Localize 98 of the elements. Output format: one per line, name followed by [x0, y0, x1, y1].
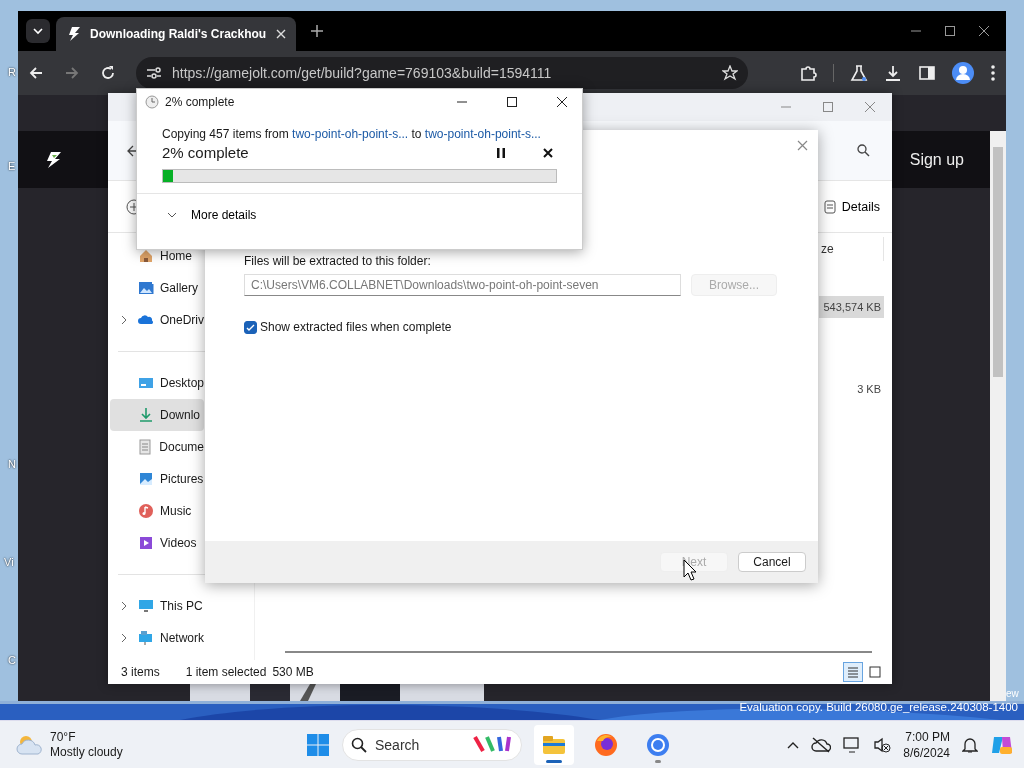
nav-item[interactable]: Pictures — [110, 463, 204, 495]
clock-time[interactable]: 7:00 PM — [905, 729, 950, 745]
back-icon[interactable] — [28, 65, 44, 81]
music-icon — [138, 503, 154, 519]
maximize-icon[interactable] — [944, 25, 956, 37]
desktop-text: ew — [1006, 688, 1019, 699]
more-details-button[interactable]: More details — [137, 194, 582, 222]
tiles-view-button[interactable] — [866, 663, 884, 681]
browser-icon — [644, 731, 672, 759]
browser-icon — [592, 731, 620, 759]
volume-muted-icon[interactable] — [873, 737, 892, 753]
profile-avatar-icon[interactable] — [952, 62, 974, 84]
network-icon — [138, 630, 154, 646]
menu-icon[interactable] — [990, 64, 996, 82]
cancel-icon[interactable] — [543, 147, 553, 158]
gallery-icon — [138, 280, 154, 296]
chevron-icon[interactable] — [121, 633, 127, 643]
table-cell: 543,574 KB — [819, 296, 884, 318]
watermark-text: Evaluation copy. Build 26080.ge_release.240308-1400 — [739, 701, 1018, 713]
close-icon[interactable] — [556, 96, 568, 108]
cloud-off-icon[interactable] — [811, 737, 832, 753]
download-icon — [138, 407, 154, 423]
chevron-up-icon[interactable] — [787, 741, 800, 749]
temperature-text[interactable]: 70°F — [50, 730, 123, 745]
desktop-icon-label: C — [8, 654, 16, 666]
table-cell-text: 3 KB — [856, 382, 882, 397]
clock-icon — [145, 95, 159, 109]
nav-item[interactable]: Network — [110, 622, 204, 654]
search-field[interactable]: Search — [342, 729, 522, 761]
weather-text[interactable]: Mostly cloudy — [50, 745, 123, 760]
details-view-button[interactable] — [844, 663, 862, 681]
chevron-icon[interactable] — [121, 315, 127, 325]
desktop-icon-label: Vi — [4, 556, 14, 568]
close-icon[interactable] — [978, 25, 990, 37]
checkbox[interactable] — [244, 320, 257, 334]
star-icon[interactable] — [722, 65, 738, 81]
document-icon — [137, 439, 154, 455]
path-field[interactable]: C:\Users\VM6.COLLABNET\Downloads\two-point-oh-point-seven — [244, 274, 681, 296]
nav-item[interactable]: Docume — [110, 431, 204, 463]
browser-tab[interactable]: Downloading Raldi's Crackhou — [56, 17, 296, 51]
lightning-icon — [66, 26, 82, 42]
dialog-button[interactable]: Cancel — [738, 552, 806, 572]
bell-icon[interactable] — [962, 736, 978, 754]
copy-message: Copying 457 items from two-point-oh-point-s... to two-point-oh-point-s... — [162, 127, 542, 141]
reload-icon[interactable] — [100, 65, 116, 81]
scrollbar[interactable] — [285, 651, 872, 653]
pause-icon[interactable] — [497, 147, 505, 158]
caret-icon — [33, 27, 43, 35]
square-icon — [869, 666, 881, 678]
new-tab-icon[interactable] — [310, 24, 324, 38]
folder-label: Files will be extracted to this folder: — [244, 254, 432, 268]
monitor-icon[interactable] — [843, 737, 862, 753]
scrollbar[interactable] — [990, 131, 1006, 701]
site-settings-icon[interactable] — [146, 66, 162, 80]
window-title: 2% complete — [165, 95, 235, 109]
checkbox-label: Show extracted files when complete — [260, 320, 452, 334]
forward-icon[interactable] — [64, 65, 80, 81]
desktop-icon-label: N — [8, 458, 16, 470]
nav-item[interactable]: Gallery — [110, 272, 204, 304]
destination-link[interactable]: two-point-oh-point-s... — [424, 127, 541, 141]
details-button[interactable]: Details — [823, 199, 880, 214]
taskbar-app[interactable] — [534, 725, 574, 765]
desktop-icon — [137, 375, 154, 391]
nav-item[interactable]: Videos — [110, 527, 204, 559]
side-panel-icon[interactable] — [918, 64, 936, 82]
address-bar[interactable]: https://gamejolt.com/get/build?game=769103&build=1594111 — [136, 57, 748, 89]
nav-item[interactable]: Downlo — [110, 399, 204, 431]
sign-up-link[interactable]: Sign up — [909, 150, 964, 169]
chevron-icon[interactable] — [121, 601, 127, 611]
status-text: 3 items — [121, 665, 160, 679]
nav-item[interactable]: Music — [110, 495, 204, 527]
search-icon[interactable] — [857, 144, 870, 157]
extensions-icon[interactable] — [799, 64, 817, 82]
source-link[interactable]: two-point-oh-point-s... — [292, 127, 409, 141]
flask-icon[interactable] — [850, 64, 868, 82]
progress-status: 2% complete — [162, 144, 250, 161]
status-text: 530 MB — [272, 665, 314, 679]
desktop-icon-label: R — [8, 66, 16, 78]
nav-item[interactable]: OneDriv — [110, 304, 204, 336]
nav-item[interactable]: This PC — [110, 590, 204, 622]
clock-date[interactable]: 8/6/2024 — [903, 745, 950, 761]
status-text: 1 item selected — [185, 665, 267, 679]
tab-search-button[interactable] — [26, 19, 50, 43]
download-icon[interactable] — [884, 64, 902, 82]
nav-item[interactable]: Desktop — [110, 367, 204, 399]
monitor-icon — [138, 598, 154, 614]
search-icon — [351, 737, 367, 753]
column-header[interactable]: ze — [821, 237, 884, 261]
start-icon[interactable] — [306, 733, 330, 757]
document-icon — [823, 199, 836, 214]
chevron-icon — [167, 212, 177, 218]
maximize-icon[interactable] — [506, 96, 518, 108]
home-icon — [138, 248, 154, 264]
videos-icon — [138, 535, 154, 551]
logo-icon[interactable] — [44, 150, 62, 169]
list-icon — [847, 666, 859, 678]
pictures-icon — [138, 471, 154, 487]
desktop-icon-label: E — [8, 160, 16, 172]
